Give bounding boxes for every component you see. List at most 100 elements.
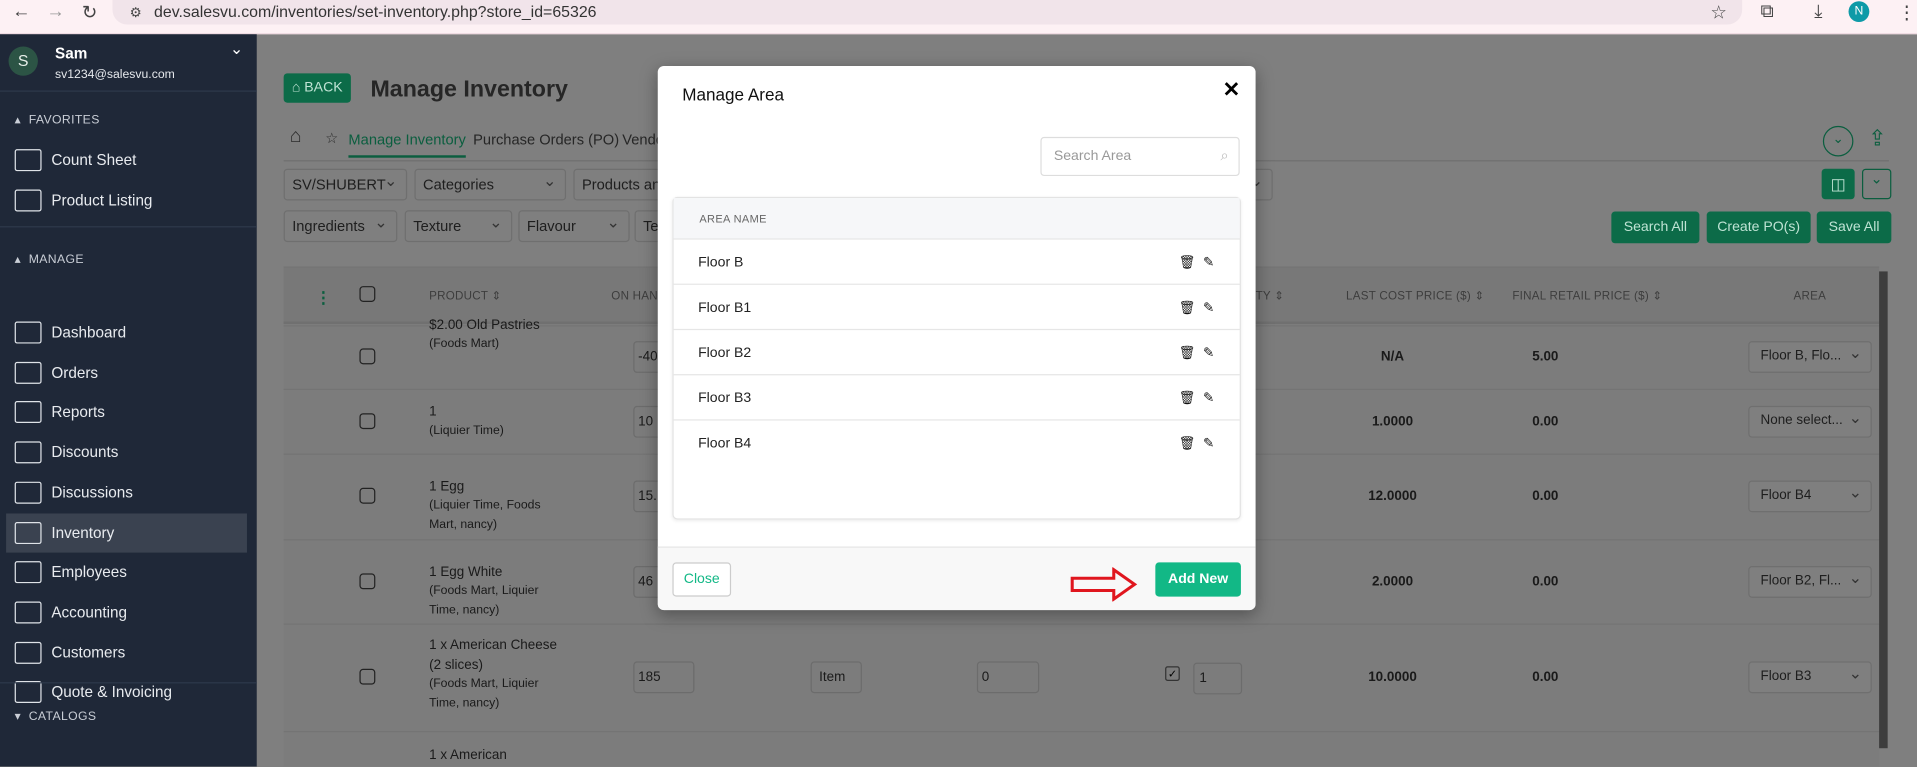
sidebar-item-product-listing[interactable]: Product Listing (14, 181, 247, 220)
sidebar-item-inventory[interactable]: Inventory (6, 512, 247, 552)
product-stores: (Liquier Time, Foods Mart, nancy) (429, 498, 541, 532)
par-input[interactable]: 0 (976, 661, 1040, 694)
back-button[interactable]: ⌂ BACK (283, 73, 351, 103)
unit-select[interactable]: Item (810, 661, 862, 694)
edit-icon[interactable]: ✎ (1203, 435, 1214, 451)
trash-icon[interactable]: 🗑 (1179, 300, 1196, 316)
sidebar-item-employees[interactable]: Employees (14, 553, 247, 592)
address-bar[interactable]: dev.salesvu.com/inventories/set-inventor… (112, 0, 1743, 25)
trash-icon[interactable]: 🗑 (1179, 390, 1196, 406)
discounts-icon (14, 441, 42, 464)
sidebar-item-orders[interactable]: Orders (14, 353, 247, 392)
close-button[interactable]: Close (672, 562, 732, 597)
columns-toggle-icon[interactable]: ◫ (1821, 168, 1855, 200)
site-settings-icon[interactable]: ⚙ (130, 5, 142, 21)
row-checkbox[interactable] (359, 412, 376, 429)
last-cost: 12.0000 (1368, 489, 1417, 504)
row-checkbox[interactable] (359, 487, 376, 504)
texture-select[interactable]: Texture (404, 210, 513, 243)
header-on-hand[interactable]: ON HAN (611, 290, 658, 303)
quantity-checkbox[interactable]: ✓ (1165, 666, 1180, 681)
last-cost: 2.0000 (1371, 574, 1414, 589)
area-select[interactable]: Floor B4 (1748, 480, 1872, 513)
home-icon[interactable]: ⌂ (290, 126, 302, 148)
area-select[interactable]: Floor B3 (1748, 661, 1872, 694)
area-select[interactable]: Floor B, Flo... (1748, 341, 1872, 373)
store-select[interactable]: SV/SHUBERT (283, 168, 408, 201)
edit-icon[interactable]: ✎ (1203, 300, 1214, 316)
add-new-button[interactable]: Add New (1155, 562, 1241, 597)
save-all-button[interactable]: Save All (1816, 211, 1892, 244)
area-row: Floor B2 🗑 ✎ (672, 328, 1241, 374)
sidebar-item-reports[interactable]: Reports (14, 393, 247, 432)
edit-icon[interactable]: ✎ (1203, 345, 1214, 361)
table-row[interactable]: 1 x American (429, 746, 563, 766)
header-product[interactable]: PRODUCT ⇕ (429, 290, 501, 303)
categories-select[interactable]: Categories (414, 168, 567, 201)
red-arrow-annotation-icon (1070, 567, 1138, 602)
profile-avatar[interactable]: N (1848, 1, 1870, 23)
table-row[interactable]: 1 Egg (Liquier Time, Foods Mart, nancy) (429, 477, 563, 536)
collapse-chevron-icon[interactable]: ⌄ (1822, 125, 1854, 157)
row-checkbox[interactable] (359, 668, 376, 685)
close-icon[interactable]: ✕ (1223, 78, 1240, 102)
table-row[interactable]: 1 Egg White (Foods Mart, Liquier Time, na… (429, 562, 563, 621)
sidebar-item-quote-invoicing[interactable]: Quote & Invoicing (14, 673, 247, 712)
bookmark-star-icon[interactable]: ☆ (1710, 1, 1726, 23)
search-all-button[interactable]: Search All (1611, 211, 1700, 244)
table-row[interactable]: 1 x American Cheese (2 slices) (Foods Mar… (429, 636, 563, 714)
discussions-icon (14, 481, 42, 504)
flavour-select[interactable]: Flavour (518, 210, 630, 243)
column-menu-icon[interactable]: ⋮ (315, 289, 331, 309)
quantity-input[interactable]: 1 (1193, 662, 1243, 695)
area-row: Floor B3 🗑 ✎ (672, 374, 1241, 419)
sidebar-item-discussions[interactable]: Discussions (14, 473, 247, 512)
favorite-star-icon[interactable]: ☆ (325, 130, 338, 147)
area-select[interactable]: None select... (1748, 405, 1872, 438)
search-area-input[interactable]: Search Area ⌕ (1040, 136, 1240, 177)
sidebar-item-count-sheet[interactable]: Count Sheet (14, 141, 247, 180)
extensions-icon[interactable]: ⧉ (1761, 1, 1774, 22)
create-po-button[interactable]: Create PO(s) (1706, 211, 1811, 244)
on-hand-input[interactable]: 185 (633, 661, 695, 694)
product-name: 1 Egg (429, 479, 465, 494)
reload-icon[interactable]: ↻ (82, 1, 97, 23)
row-checkbox[interactable] (359, 348, 376, 365)
forward-arrow-icon[interactable]: → (46, 1, 64, 22)
section-favorites[interactable]: ▴ FAVORITES (15, 114, 100, 127)
area-name: Floor B3 (698, 391, 752, 406)
header-final-retail[interactable]: FINAL RETAIL PRICE ($) ⇕ (1512, 290, 1662, 303)
tab-manage-inventory[interactable]: Manage Inventory (348, 131, 466, 158)
section-catalogs[interactable]: ▾ CATALOGS (15, 710, 97, 723)
upload-icon[interactable]: ⇪ (1868, 126, 1886, 152)
product-name: 1 x American Cheese (2 slices) (429, 638, 557, 673)
more-menu-icon[interactable]: ⋮ (1897, 1, 1915, 23)
table-row[interactable]: 1 (Liquier Time) (429, 402, 563, 441)
trash-icon[interactable]: 🗑 (1179, 435, 1196, 451)
columns-dropdown-icon[interactable]: ⌄ (1861, 168, 1892, 200)
sidebar-item-accounting[interactable]: Accounting (14, 593, 247, 632)
chevron-down-icon[interactable]: ⌄ (230, 39, 243, 59)
table-row[interactable]: $2.00 Old Pastries (Foods Mart) (429, 315, 563, 354)
sidebar-item-customers[interactable]: Customers (14, 633, 247, 672)
product-stores: (Foods Mart) (429, 337, 500, 351)
edit-icon[interactable]: ✎ (1203, 390, 1214, 406)
ingredients-select[interactable]: Ingredients (283, 210, 398, 243)
back-arrow-icon[interactable]: ← (12, 1, 30, 22)
area-select[interactable]: Floor B2, Fl... (1748, 565, 1872, 598)
edit-icon[interactable]: ✎ (1203, 254, 1214, 271)
trash-icon[interactable]: 🗑 (1179, 254, 1196, 271)
trash-icon[interactable]: 🗑 (1179, 345, 1196, 361)
select-all-checkbox[interactable] (359, 286, 376, 302)
product-name: $2.00 Old Pastries (429, 317, 540, 333)
section-manage[interactable]: ▴ MANAGE (15, 253, 84, 266)
sidebar-item-discounts[interactable]: Discounts (14, 433, 247, 472)
user-name: Sam (55, 45, 88, 63)
scrollbar[interactable] (1879, 271, 1888, 749)
sidebar-item-dashboard[interactable]: Dashboard (14, 313, 247, 352)
row-checkbox[interactable] (359, 572, 376, 589)
tab-purchase-orders[interactable]: Purchase Orders (PO) (473, 131, 619, 148)
header-last-cost[interactable]: LAST COST PRICE ($) ⇕ (1346, 290, 1484, 303)
header-quantity[interactable]: TY ⇕ (1256, 290, 1285, 303)
download-icon[interactable]: ⤓ (1814, 1, 1822, 22)
